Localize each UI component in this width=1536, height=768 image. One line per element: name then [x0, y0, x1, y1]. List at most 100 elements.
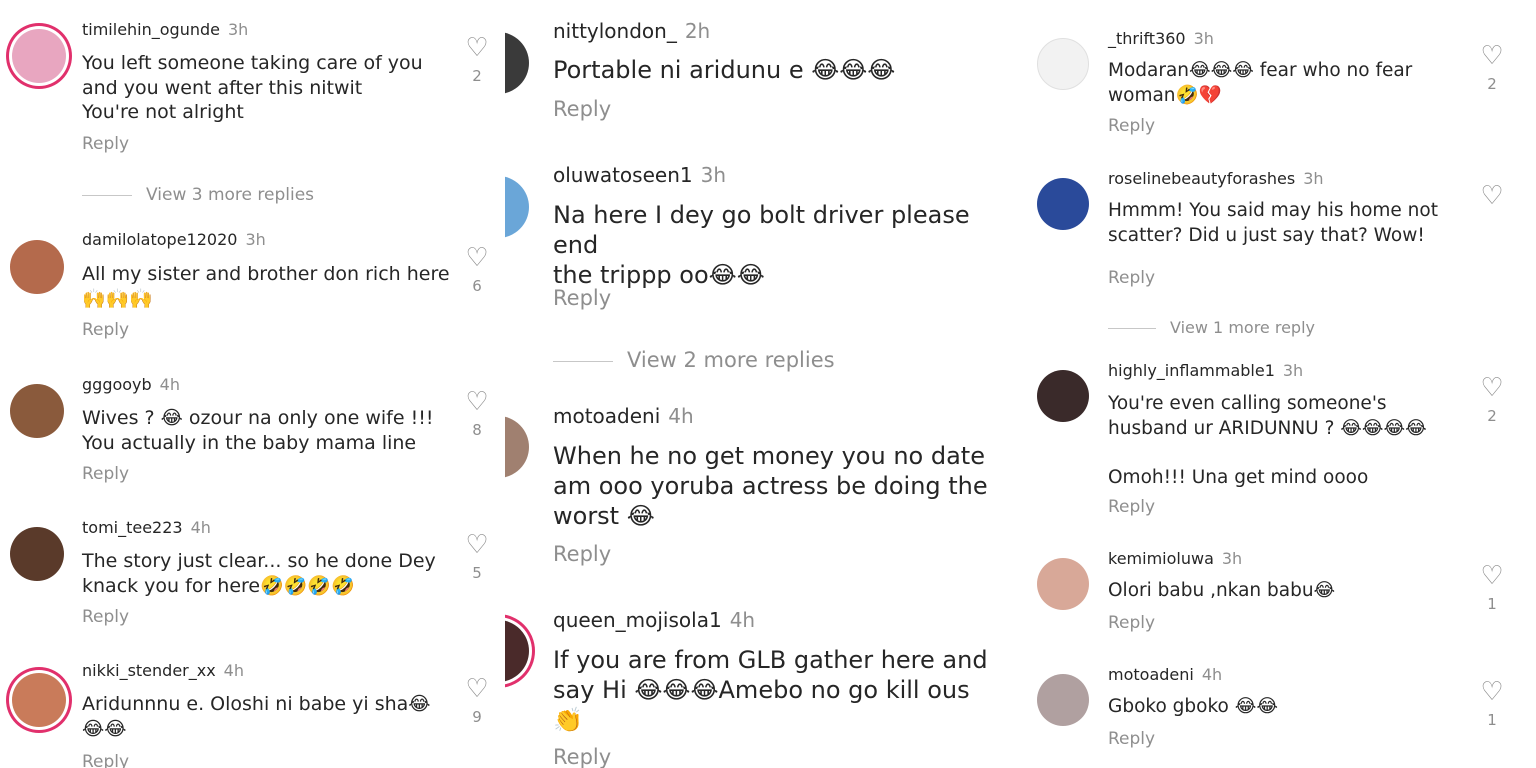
timestamp: 4h	[668, 404, 694, 428]
reply-button[interactable]: Reply	[553, 745, 611, 768]
heart-outline-icon[interactable]: ♡	[1477, 43, 1507, 69]
view-more-replies[interactable]: View 1 more reply	[1108, 318, 1315, 337]
heart-outline-icon[interactable]: ♡	[462, 245, 492, 271]
divider-line	[1108, 328, 1156, 329]
reply-button[interactable]: Reply	[553, 542, 611, 566]
like-button[interactable]: ♡ 2	[462, 35, 492, 85]
reply-button[interactable]: Reply	[82, 607, 129, 627]
reply-button[interactable]: Reply	[82, 464, 129, 484]
heart-outline-icon[interactable]: ♡	[462, 532, 492, 558]
avatar[interactable]	[10, 527, 64, 581]
comment-text: Wives ? 😂 ozour na only one wife !!! You…	[82, 407, 434, 454]
like-button[interactable]: ♡	[1477, 183, 1507, 209]
avatar[interactable]	[505, 32, 529, 94]
username[interactable]: _thrift360	[1108, 29, 1186, 48]
like-button[interactable]: ♡ 6	[462, 245, 492, 295]
comment-text: You left someone taking care of you and …	[82, 52, 423, 123]
heart-outline-icon[interactable]: ♡	[1477, 563, 1507, 589]
avatar[interactable]	[12, 29, 66, 83]
avatar[interactable]	[1037, 674, 1089, 726]
like-count: 2	[472, 67, 482, 85]
like-button[interactable]: ♡ 9	[462, 676, 492, 726]
like-button[interactable]: ♡ 2	[1477, 375, 1507, 425]
username[interactable]: roselinebeautyforashes	[1108, 169, 1295, 188]
comment-text: You're even calling someone's husband ur…	[1108, 393, 1427, 488]
comment-text: All my sister and brother don rich here …	[82, 263, 450, 310]
avatar[interactable]	[505, 416, 529, 478]
like-count: 2	[1487, 407, 1497, 425]
like-count: 5	[472, 564, 482, 582]
timestamp: 3h	[700, 163, 726, 187]
comments-panel-right: _thrift360 3h Modaran😂😂😂 fear who no fear…	[1027, 0, 1536, 768]
username[interactable]: tomi_tee223	[82, 518, 183, 537]
heart-outline-icon[interactable]: ♡	[462, 35, 492, 61]
reply-button[interactable]: Reply	[553, 286, 611, 310]
username[interactable]: motoadeni	[1108, 665, 1194, 684]
reply-button[interactable]: Reply	[82, 752, 129, 768]
like-count: 1	[1487, 595, 1497, 613]
avatar[interactable]	[505, 620, 529, 682]
timestamp: 3h	[245, 230, 266, 249]
like-button[interactable]: ♡ 1	[1477, 563, 1507, 613]
like-button[interactable]: ♡ 1	[1477, 679, 1507, 729]
view-more-replies[interactable]: View 2 more replies	[553, 348, 835, 372]
avatar[interactable]	[1037, 38, 1089, 90]
like-count: 2	[1487, 75, 1497, 93]
comment-text: Gboko gboko 😂😂	[1108, 696, 1278, 717]
avatar[interactable]	[1037, 370, 1089, 422]
like-button[interactable]: ♡ 5	[462, 532, 492, 582]
timestamp: 3h	[1303, 169, 1324, 188]
view-more-replies[interactable]: View 3 more replies	[82, 185, 314, 205]
timestamp: 3h	[1193, 29, 1214, 48]
heart-outline-icon[interactable]: ♡	[1477, 183, 1507, 209]
divider-line	[82, 194, 132, 196]
reply-button[interactable]: Reply	[82, 134, 129, 154]
avatar[interactable]	[1037, 558, 1089, 610]
timestamp: 4h	[159, 375, 180, 394]
like-count: 1	[1487, 711, 1497, 729]
timestamp: 3h	[1282, 361, 1304, 380]
like-button[interactable]: ♡ 2	[1477, 43, 1507, 93]
username[interactable]: nittylondon_	[553, 19, 677, 43]
username[interactable]: oluwatoseen1	[553, 163, 693, 187]
heart-outline-icon[interactable]: ♡	[1477, 679, 1507, 705]
timestamp: 4h	[1201, 665, 1223, 684]
avatar[interactable]	[12, 673, 66, 727]
like-count: 8	[472, 421, 482, 439]
avatar[interactable]	[10, 240, 64, 294]
comment-text: Olori babu ,nkan babu😂	[1108, 580, 1336, 601]
comment-text: When he no get money you no date am ooo …	[553, 442, 988, 530]
heart-outline-icon[interactable]: ♡	[462, 676, 492, 702]
avatar[interactable]	[10, 384, 64, 438]
username[interactable]: highly_inflammable1	[1108, 361, 1275, 380]
reply-button[interactable]: Reply	[1108, 116, 1155, 136]
reply-button[interactable]: Reply	[1108, 729, 1155, 749]
divider-line	[553, 360, 613, 362]
comment-text: If you are from GLB gather here and say …	[553, 646, 988, 734]
reply-button[interactable]: Reply	[1108, 497, 1155, 517]
like-button[interactable]: ♡ 8	[462, 389, 492, 439]
timestamp: 4h	[729, 608, 756, 632]
comments-panel-middle: nittylondon_ 2h Portable ni aridunu e 😂😂😂…	[505, 0, 1027, 768]
comment-text: Hmmm! You said may his home not scatter?…	[1108, 200, 1438, 246]
comments-panel-left: timilehin_ogunde 3h You left someone taki…	[0, 0, 505, 768]
timestamp: 2h	[684, 19, 711, 43]
username[interactable]: timilehin_ogunde	[82, 20, 220, 39]
comment-text: Portable ni aridunu e 😂😂😂	[553, 56, 896, 84]
reply-button[interactable]: Reply	[82, 320, 129, 340]
heart-outline-icon[interactable]: ♡	[462, 389, 492, 415]
username[interactable]: gggooyb	[82, 375, 152, 394]
timestamp: 4h	[223, 661, 244, 680]
username[interactable]: nikki_stender_xx	[82, 661, 216, 680]
reply-button[interactable]: Reply	[1108, 613, 1155, 633]
comment-text: Modaran😂😂😂 fear who no fear woman🤣💔	[1108, 60, 1413, 106]
username[interactable]: damilolatope12020	[82, 230, 237, 249]
avatar[interactable]	[505, 176, 529, 238]
username[interactable]: kemimioluwa	[1108, 549, 1214, 568]
reply-button[interactable]: Reply	[553, 97, 611, 121]
username[interactable]: queen_mojisola1	[553, 608, 722, 632]
avatar[interactable]	[1037, 178, 1089, 230]
heart-outline-icon[interactable]: ♡	[1477, 375, 1507, 401]
reply-button[interactable]: Reply	[1108, 268, 1155, 288]
username[interactable]: motoadeni	[553, 404, 660, 428]
